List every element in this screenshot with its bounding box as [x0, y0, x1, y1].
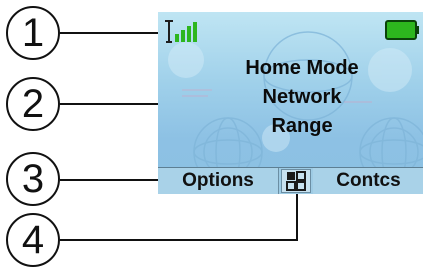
- message-line-1: Home Mode: [245, 57, 359, 79]
- callout-4-leader-v: [296, 193, 298, 241]
- callout-2: 2: [6, 77, 60, 131]
- phone-screen: Home Mode Network Range: [158, 12, 423, 193]
- callout-3-label: 3: [21, 156, 45, 201]
- options-softkey[interactable]: Options: [158, 168, 279, 194]
- callout-3: 3: [6, 152, 60, 206]
- softkey-bar: Options Contcs: [158, 167, 423, 194]
- callout-3-leader: [60, 179, 158, 181]
- callout-4-label: 4: [21, 217, 45, 262]
- callout-1-label: 1: [21, 10, 45, 55]
- callout-2-leader: [60, 103, 158, 105]
- message-line-3: Range: [271, 115, 333, 137]
- callout-4-leader-h: [60, 239, 298, 241]
- signal-bars-icon: [165, 20, 197, 43]
- callout-1-leader: [60, 32, 158, 34]
- callout-2-label: 2: [21, 81, 45, 126]
- menu-grid-icon: [286, 171, 306, 191]
- callout-1: 1: [6, 6, 60, 60]
- battery-icon: [385, 20, 419, 40]
- contacts-softkey[interactable]: Contcs: [313, 168, 423, 194]
- menu-softkey[interactable]: [281, 169, 311, 193]
- status-message: Home Mode Network Range: [220, 54, 384, 141]
- callout-4: 4: [6, 213, 60, 267]
- message-line-2: Network: [262, 86, 342, 108]
